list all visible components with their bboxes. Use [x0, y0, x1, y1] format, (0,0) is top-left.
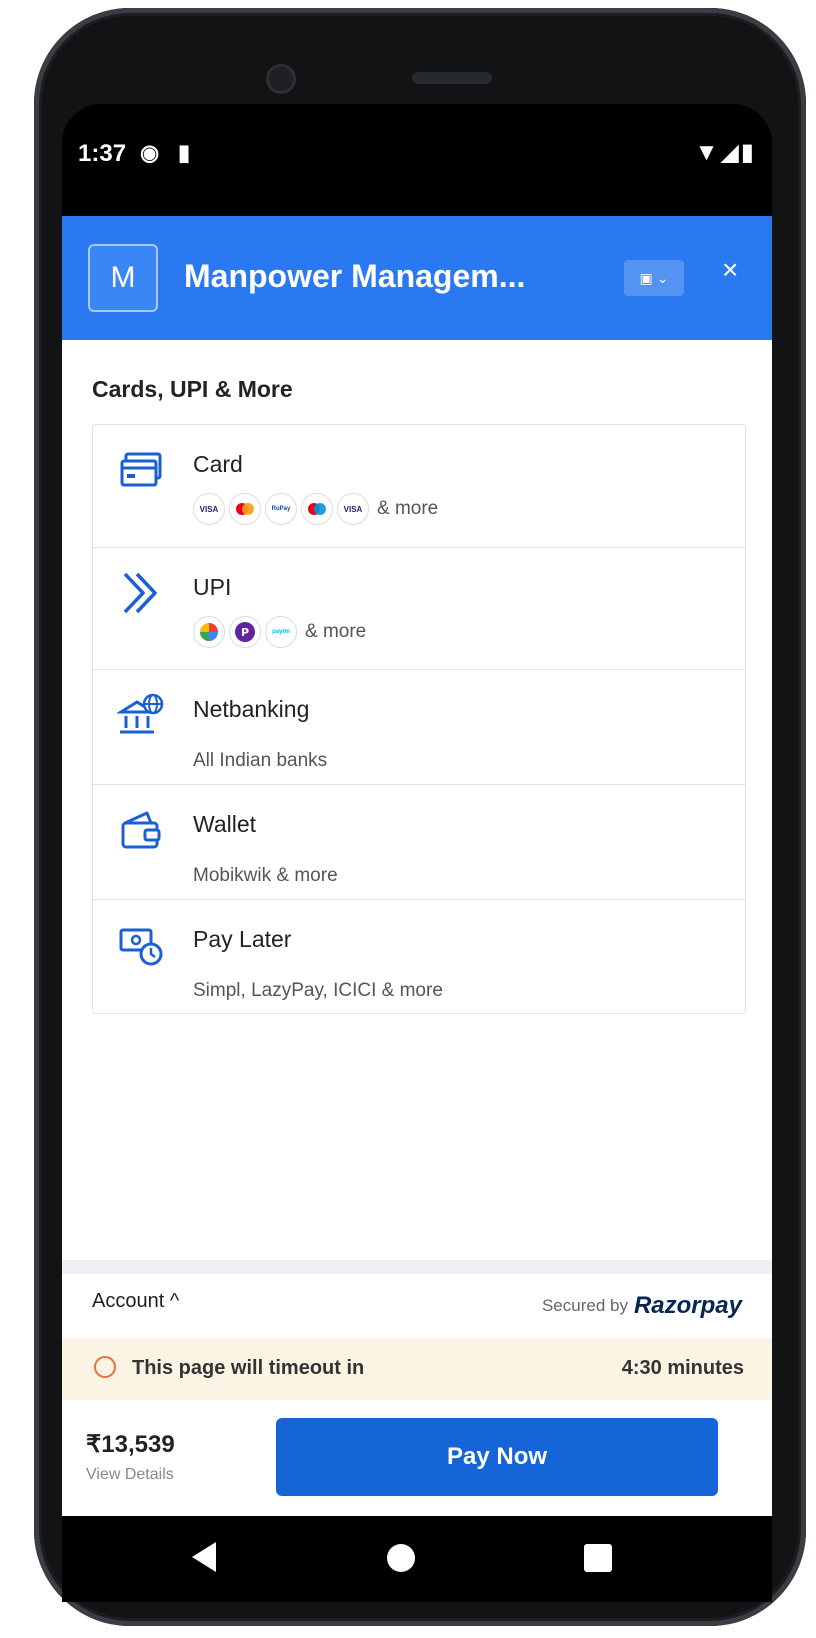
method-netbanking[interactable]: Netbanking All Indian banks	[93, 669, 745, 784]
more-label: & more	[377, 498, 439, 519]
svg-text:P: P	[241, 626, 249, 639]
language-selector[interactable]: ▣ ⌄	[624, 260, 684, 296]
method-card[interactable]: Card VISA RuPay VISA & more	[93, 425, 745, 547]
visa-icon: VISA	[337, 493, 369, 525]
status-bar: 1:37 ◉ ▮ ▼◢▮	[62, 104, 772, 216]
earpiece-speaker	[412, 72, 492, 84]
pay-bar: ₹13,539 View Details Pay Now	[62, 1400, 772, 1516]
method-subtitle: Mobikwik & more	[193, 865, 338, 886]
section-title: Cards, UPI & More	[92, 376, 293, 402]
maestro-icon	[301, 493, 333, 525]
upi-icon	[123, 572, 157, 614]
checkout-footer: Account ^ Secured by Razorpay	[62, 1274, 772, 1338]
paytm-icon: paytm	[265, 616, 297, 648]
card-network-logos: VISA RuPay VISA & more	[193, 493, 438, 525]
method-wallet[interactable]: Wallet Mobikwik & more	[93, 784, 745, 899]
account-toggle[interactable]: Account ^	[92, 1290, 179, 1313]
chevron-down-icon: ⌄	[656, 269, 669, 286]
payment-methods-list: Card VISA RuPay VISA & more UPI P paytm …	[92, 424, 746, 1014]
pay-now-button[interactable]: Pay Now	[276, 1418, 718, 1496]
timeout-text: This page will timeout in	[132, 1357, 365, 1379]
rupay-icon: RuPay	[265, 493, 297, 525]
more-label: & more	[305, 621, 367, 642]
method-title: UPI	[193, 574, 232, 600]
android-nav-bar	[62, 1516, 772, 1602]
card-icon	[120, 452, 162, 487]
notification-icon: ◉	[140, 140, 160, 165]
merchant-logo: M	[88, 244, 158, 312]
sim-card-icon: ▮	[178, 140, 191, 165]
wallet-icon	[121, 811, 161, 849]
front-camera	[266, 64, 296, 94]
razorpay-logo: Razorpay	[633, 1292, 742, 1319]
home-icon[interactable]	[387, 1544, 415, 1572]
method-subtitle: All Indian banks	[193, 750, 328, 771]
paylater-icon	[119, 928, 163, 966]
payment-methods-panel: Cards, UPI & More Card VISA RuPay VISA &…	[62, 340, 772, 1260]
upi-app-logos: P paytm & more	[193, 616, 366, 648]
phone-screen: 1:37 ◉ ▮ ▼◢▮ M Manpower Managem... ▣ ⌄ ×…	[62, 104, 772, 1516]
timeout-banner: This page will timeout in 4:30 minutes	[62, 1338, 772, 1400]
view-details-link[interactable]: View Details	[86, 1466, 174, 1484]
signal-battery-icons: ▼◢▮	[694, 139, 756, 166]
method-title: Pay Later	[193, 926, 292, 952]
method-subtitle: Simpl, LazyPay, ICICI & more	[193, 980, 443, 1001]
back-icon[interactable]	[192, 1542, 216, 1572]
phonepe-icon: P	[229, 616, 261, 648]
secured-label: Secured by	[541, 1296, 628, 1315]
clock-icon	[94, 1356, 116, 1378]
method-title: Netbanking	[193, 696, 310, 722]
secured-by: Secured by Razorpay	[542, 1292, 742, 1320]
checkout-header: M Manpower Managem... ▣ ⌄ ×	[62, 216, 772, 340]
method-paylater[interactable]: Pay Later Simpl, LazyPay, ICICI & more	[93, 899, 745, 1013]
status-time: 1:37	[78, 140, 127, 167]
total-amount: ₹13,539	[86, 1431, 175, 1458]
bank-icon	[117, 693, 164, 734]
visa-icon: VISA	[193, 493, 225, 525]
method-title: Card	[193, 451, 243, 477]
recents-icon[interactable]	[584, 1544, 612, 1572]
method-upi[interactable]: UPI P paytm & more	[93, 547, 745, 669]
method-title: Wallet	[193, 811, 257, 837]
timeout-value: 4:30 minutes	[621, 1357, 744, 1379]
merchant-name: Manpower Managem...	[184, 258, 526, 294]
divider-band	[62, 1260, 772, 1274]
translate-icon: ▣	[639, 269, 653, 286]
mastercard-icon	[229, 493, 261, 525]
gpay-icon	[193, 616, 225, 648]
close-button[interactable]: ×	[722, 254, 738, 286]
